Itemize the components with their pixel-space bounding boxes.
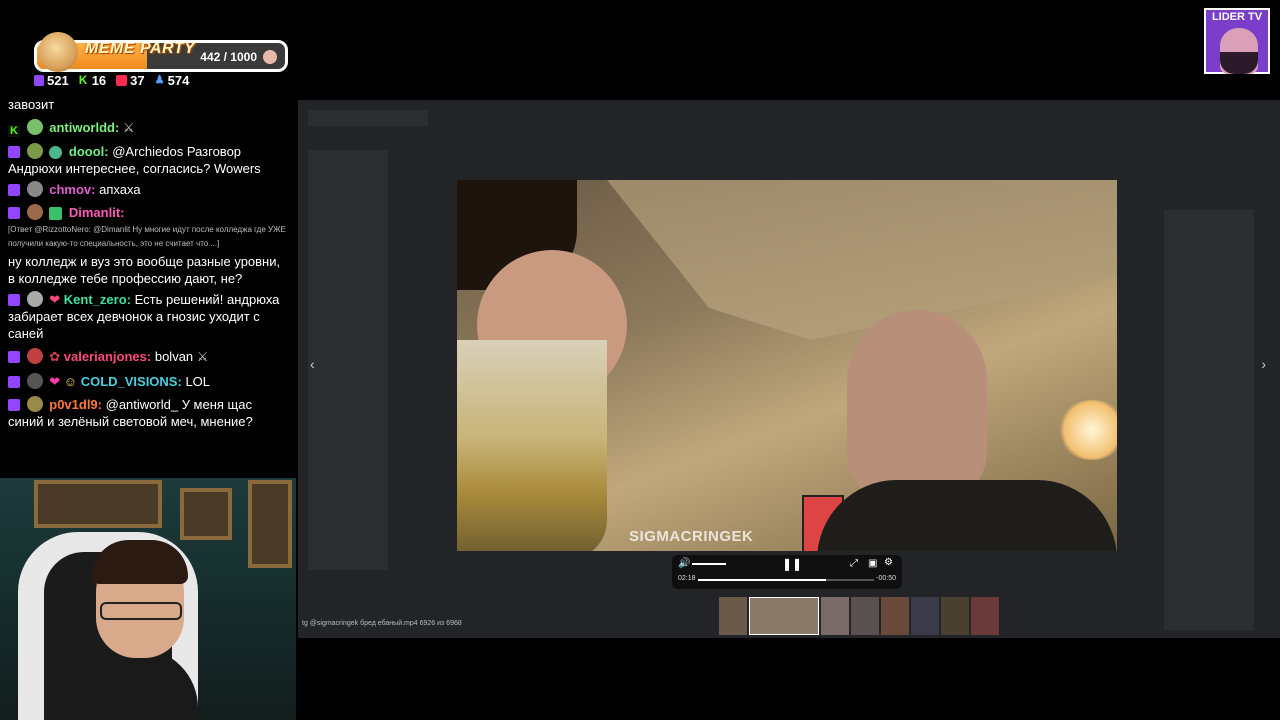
meme-party-count: 442 / 1000: [200, 50, 257, 64]
volume-slider[interactable]: [692, 563, 726, 565]
channel-logo: LIDER TV: [1204, 8, 1270, 74]
viewer-stats: 521 K 16 37 ♟ 574: [34, 73, 189, 88]
avatar: [26, 396, 43, 412]
chat-text: @Archiedos Разговор Андрюхи интереснее, …: [8, 144, 261, 176]
twitch-badge-icon: [8, 351, 20, 363]
chat-nick[interactable]: doool:: [69, 144, 109, 159]
twitch-badge-icon: [8, 207, 20, 219]
channel-logo-text: LIDER TV: [1211, 11, 1263, 23]
thumbnail-active[interactable]: [749, 597, 819, 635]
chat-message: p0v1dl9: @antiworld_ У меня щас синий и …: [8, 396, 290, 430]
emote-icon: [49, 207, 63, 220]
video-watermark: SIGMACRINGEK: [629, 528, 754, 545]
video-frame[interactable]: SIGMACRINGEK: [457, 180, 1117, 551]
webcam-feed: [0, 478, 296, 720]
rose-icon: ✿: [49, 349, 61, 364]
kick-badge-icon: K: [8, 125, 20, 137]
volume-icon[interactable]: 🔊: [678, 558, 690, 569]
chat-message: завозит: [8, 97, 55, 112]
chat-text: bolvan: [154, 349, 194, 364]
twitch-badge-icon: [8, 376, 20, 388]
chat-message: K antiworldd: ⚔: [8, 119, 290, 137]
seek-bar-fill: [698, 579, 827, 581]
fullscreen-icon[interactable]: ⤢: [850, 558, 858, 569]
kick-icon: K: [78, 73, 88, 87]
chat-nick[interactable]: Dimanlit:: [69, 205, 125, 220]
chat-nick[interactable]: valerianjones:: [64, 349, 151, 364]
user-icon: ♟: [154, 74, 165, 86]
avatar: [26, 143, 43, 159]
doge-icon: [38, 32, 78, 72]
twitch-badge-icon: [8, 399, 20, 411]
media-caption: tg @sigmacringek бред ебаный.mp4 6926 из…: [302, 620, 462, 627]
emote-icon: [26, 119, 43, 135]
wall-painting: [248, 480, 292, 568]
chat-message: ✿ valerianjones: bolvan ⚔: [8, 348, 290, 365]
thumbnail-strip: [719, 597, 999, 635]
seek-bar[interactable]: [698, 579, 874, 581]
avatar: [26, 291, 43, 307]
thumbnail[interactable]: [851, 597, 879, 635]
vk-live-icon: [116, 75, 128, 86]
smile-emote-icon: ☺: [63, 374, 78, 389]
thumbnail[interactable]: [941, 597, 969, 635]
chat-nick[interactable]: p0v1dl9:: [49, 397, 102, 412]
twitch-badge-icon: [8, 294, 20, 306]
chat-text: апхаха: [99, 182, 141, 197]
twitch-badge-icon: [8, 146, 20, 158]
chat-nick[interactable]: Kent_zero:: [64, 292, 131, 307]
wall-painting: [180, 488, 232, 540]
chat-message: Dimanlit:: [8, 204, 290, 221]
chat-message: ❤ Kent_zero: Есть решений! андрюха забир…: [8, 291, 290, 342]
emote-icon: [49, 146, 63, 159]
next-icon[interactable]: ›: [1261, 356, 1266, 372]
chat-message: ❤ ☺ COLD_VISIONS: LOL: [8, 373, 290, 390]
chat-text: ну колледж и вуз это вообще разные уровн…: [8, 254, 281, 286]
twitch-badge-icon: [8, 184, 20, 196]
thumbnail[interactable]: [719, 597, 747, 635]
chat-nick[interactable]: antiworldd:: [49, 120, 119, 135]
pause-icon[interactable]: ❚❚: [782, 557, 802, 571]
chat-text: @antiworld_ У меня щас синий и зелёный с…: [8, 397, 253, 429]
chat-message: chmov: апхаха: [8, 181, 290, 198]
avatar: [26, 373, 43, 389]
stat-viewers: ♟ 574: [154, 73, 190, 88]
chat-reply-context: [Ответ @RizzottoNero: @Dimanlit Ну многи…: [8, 225, 286, 248]
time-remaining: -00:50: [876, 575, 896, 582]
media-viewer: ‹ › SIGMACRINGEK 🔊 ❚❚ ⤢ ▣ ⚙ 02:18 -00:50…: [298, 100, 1280, 638]
settings-icon[interactable]: ⚙: [884, 557, 893, 568]
chat-nick[interactable]: COLD_VISIONS:: [81, 374, 182, 389]
chat-message: doool: @Archiedos Разговор Андрюхи интер…: [8, 143, 290, 177]
glasses: [100, 602, 182, 620]
wall-painting: [34, 480, 162, 528]
stat-twitch: 521: [34, 73, 69, 88]
stat-vk: 37: [116, 73, 145, 88]
stat-kick: K 16: [78, 73, 107, 88]
avatar: [26, 204, 43, 220]
chat-nick[interactable]: chmov:: [49, 182, 95, 197]
sword-emote-icon: ⚔: [122, 120, 135, 135]
twitch-icon: [34, 75, 44, 86]
pip-icon[interactable]: ▣: [868, 558, 877, 569]
chat-text: LOL: [185, 374, 211, 389]
thumbnail[interactable]: [971, 597, 999, 635]
beer-glass: [457, 340, 607, 551]
meme-party-title: MEME PARTY: [85, 40, 196, 57]
avatar: [26, 348, 43, 364]
avatar: [26, 181, 43, 197]
lamp: [1057, 400, 1117, 460]
sword-emote-icon: ⚔: [196, 349, 209, 364]
meme-face-icon: [263, 50, 277, 64]
thumbnail[interactable]: [911, 597, 939, 635]
player-controls: 🔊 ❚❚ ⤢ ▣ ⚙ 02:18 -00:50: [672, 555, 902, 589]
heart-icon: ❤: [49, 374, 61, 389]
thumbnail[interactable]: [881, 597, 909, 635]
chat-panel: завозит K antiworldd: ⚔ doool: @Archiedo…: [8, 96, 290, 430]
previous-icon[interactable]: ‹: [310, 356, 315, 372]
time-current: 02:18: [678, 575, 696, 582]
heart-icon: ❤: [49, 292, 61, 307]
thumbnail[interactable]: [821, 597, 849, 635]
